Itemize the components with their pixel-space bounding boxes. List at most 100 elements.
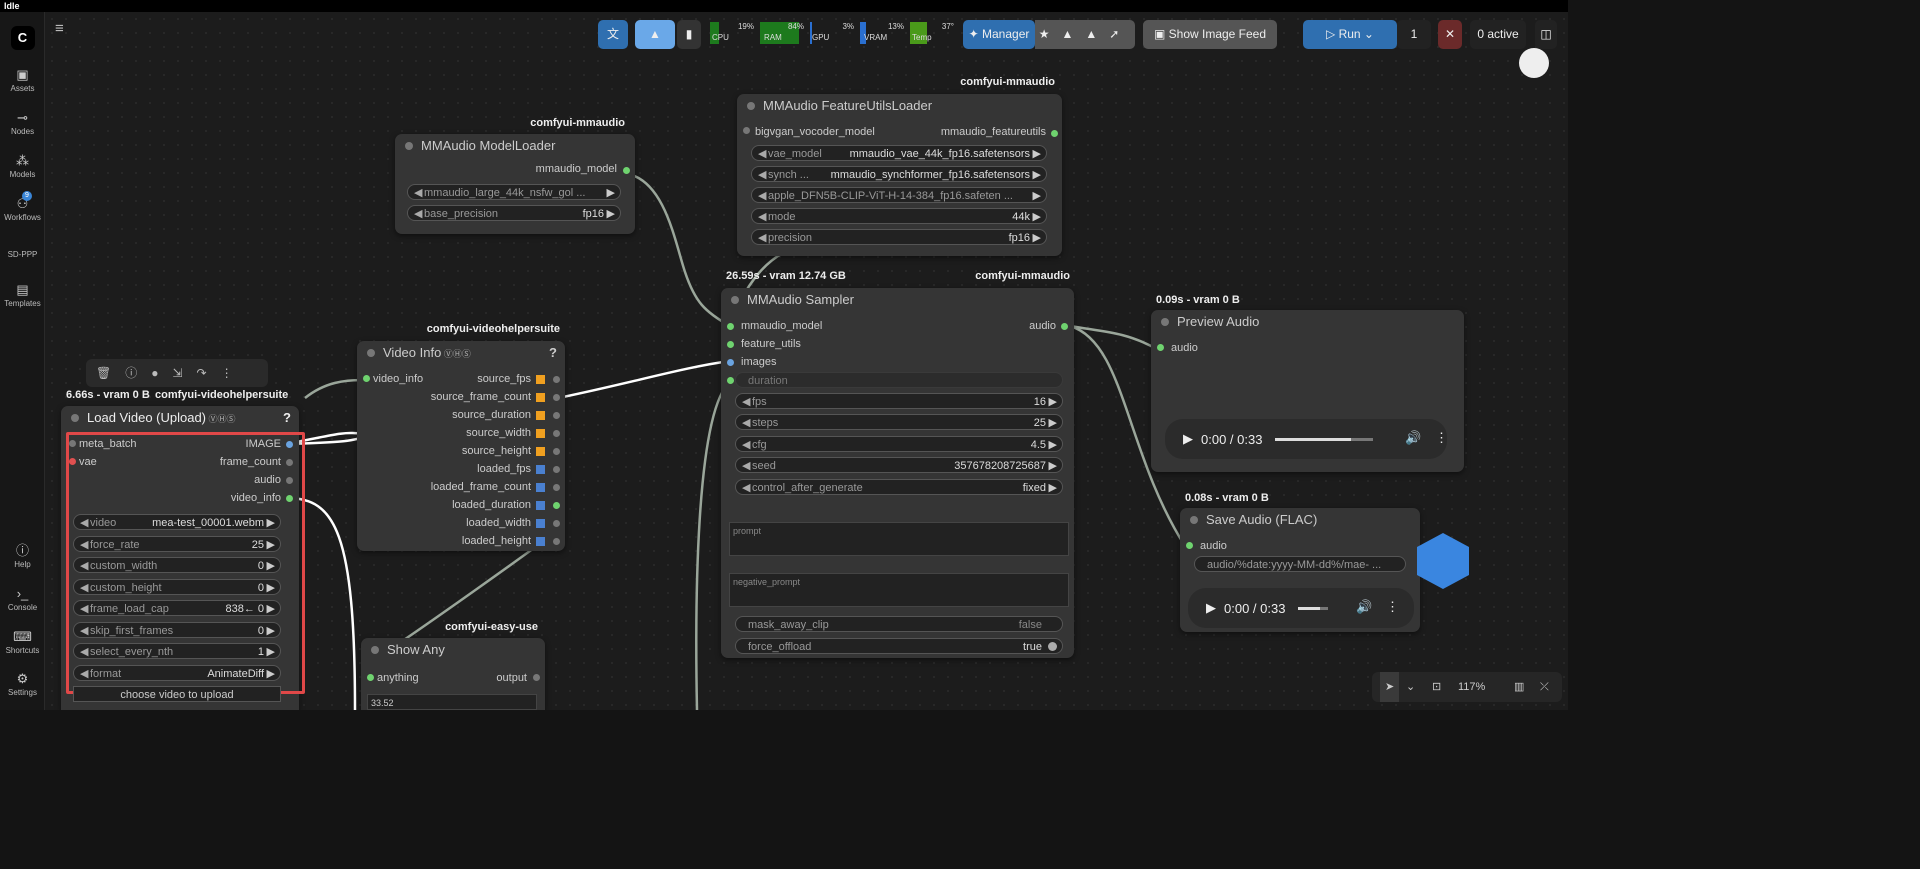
node-show-any[interactable]: Show Any anything output 33.52 — [361, 638, 545, 710]
audio-player[interactable]: ▶ 0:00 / 0:33 🔊 ⋮ — [1165, 419, 1448, 459]
filename-prefix-input[interactable]: audio/%date:yyyy-MM-dd%/mae- ... — [1194, 556, 1406, 572]
synch-model-select[interactable]: ◀ synch ... mmaudio_synchformer_fp16.safet… — [751, 166, 1047, 182]
node-selection-toolbar[interactable]: 🗑ⓘ●⇲↷⋮ — [86, 359, 268, 387]
node-save-audio[interactable]: Save Audio (FLAC) audio audio/%date:yyyy… — [1180, 508, 1420, 632]
widget-custom-width[interactable]: ◀ custom_width 0 ▶ — [73, 557, 281, 573]
input-slot[interactable] — [727, 377, 734, 384]
output-slot[interactable] — [623, 167, 630, 174]
output-slot[interactable] — [553, 376, 560, 383]
vae-model-select[interactable]: ◀ vae_model mmaudio_vae_44k_fp16.safetenso… — [751, 145, 1047, 161]
assistant-icon[interactable] — [1519, 48, 1549, 78]
queue-active[interactable]: 0 active — [1470, 20, 1526, 49]
manager-actions[interactable]: ★▲▲➚ — [1035, 20, 1135, 49]
node-mmaudio-sampler[interactable]: MMAudio Sampler mmaudio_model feature_ut… — [721, 288, 1074, 658]
widget-skip-first-frames[interactable]: ◀ skip_first_frames 0 ▶ — [73, 621, 281, 638]
input-slot[interactable] — [727, 323, 734, 330]
output-slot[interactable] — [286, 495, 293, 502]
pointer-icon[interactable]: ➤ — [1380, 672, 1400, 702]
logo-button[interactable]: ▲ — [635, 20, 675, 49]
seed-widget[interactable]: ◀ seed 357678208725687 ▶ — [735, 457, 1063, 473]
node-preview-audio[interactable]: Preview Audio audio ▶ 0:00 / 0:33 🔊 ⋮ — [1151, 310, 1464, 472]
force-offload-toggle[interactable]: force_offload true — [735, 638, 1063, 654]
output-slot[interactable] — [286, 459, 293, 466]
choose-video-upload-button[interactable]: choose video to upload — [73, 686, 281, 702]
input-slot[interactable] — [727, 341, 734, 348]
sidebar-item-sd-ppp[interactable]: SD-PPP — [0, 250, 45, 259]
widget-select-every-nth[interactable]: ◀ select_every_nth 1 ▶ — [73, 643, 281, 659]
more-icon[interactable]: ⋮ — [1386, 599, 1399, 615]
map-icon[interactable]: ▥ — [1514, 672, 1524, 702]
output-slot[interactable] — [553, 466, 560, 473]
audio-progress[interactable] — [1275, 438, 1373, 441]
input-slot[interactable] — [363, 375, 370, 382]
app-logo[interactable]: C — [0, 26, 45, 50]
input-slot[interactable] — [1186, 542, 1193, 549]
widget-custom-height[interactable]: ◀ custom_height 0 ▶ — [73, 578, 281, 595]
sidebar-item-assets[interactable]: ▣ Assets — [0, 66, 45, 93]
node-video-info[interactable]: Video Info ⓋⒽⓈ? video_info source_fps sou… — [357, 341, 565, 551]
steps-widget[interactable]: ◀ steps 25 ▶ — [735, 414, 1063, 430]
prompt-textarea[interactable]: prompt — [729, 522, 1069, 556]
more-icon[interactable]: ⋮ — [1435, 430, 1448, 446]
sidebar-item-nodes[interactable]: ⊸ Nodes — [0, 109, 45, 136]
panel-toggle-icon[interactable]: ◫ — [1535, 20, 1557, 49]
fit-view-icon[interactable]: ⊡ — [1432, 672, 1441, 702]
control-after-generate-widget[interactable]: ◀ control_after_generate fixed ▶ — [735, 479, 1063, 495]
sidebar-item-settings[interactable]: ⚙ Settings — [0, 670, 45, 697]
widget-video[interactable]: ◀ video mea-test_00001.webm ▶ — [73, 514, 281, 530]
sidebar-item-models[interactable]: ⁂ Models — [0, 152, 45, 179]
zoom-level[interactable]: 117% — [1458, 672, 1485, 702]
sidebar-item-templates[interactable]: ▤ Templates — [0, 281, 45, 308]
link-toggle-icon[interactable]: ⤫ — [1540, 672, 1549, 702]
output-slot[interactable] — [1061, 323, 1068, 330]
play-icon[interactable]: ▶ — [1183, 431, 1193, 447]
bookmark-button[interactable]: ▮ — [677, 20, 701, 49]
audio-player[interactable]: ▶ 0:00 / 0:33 🔊 ⋮ — [1188, 588, 1414, 628]
input-slot[interactable] — [1157, 344, 1164, 351]
mask-away-clip-toggle[interactable]: mask_away_clip false — [735, 616, 1063, 632]
node-mmaudio-modelloader[interactable]: MMAudio ModelLoader mmaudio_model ◀ mmaud… — [395, 134, 635, 234]
input-slot[interactable] — [69, 440, 76, 447]
volume-icon[interactable]: 🔊 — [1356, 599, 1372, 615]
widget-format[interactable]: ◀ format AnimateDiff ▶ — [73, 664, 281, 681]
play-icon[interactable]: ▶ — [1206, 600, 1216, 616]
precision-select[interactable]: ◀ precision fp16 ▶ — [751, 229, 1047, 245]
precision-select[interactable]: ◀ base_precision fp16 ▶ — [407, 205, 621, 221]
output-slot[interactable] — [553, 412, 560, 419]
sidebar-item-console[interactable]: ›_ Console — [0, 585, 45, 612]
volume-icon[interactable]: 🔊 — [1405, 430, 1421, 446]
negative-prompt-textarea[interactable]: negative_prompt — [729, 573, 1069, 607]
input-slot[interactable] — [367, 674, 374, 681]
chevron-down-icon[interactable]: ⌄ — [1406, 672, 1415, 702]
graph-canvas[interactable]: ≡ 文 ▲ ▮ CPU 19% RAM 84% GPU 3% VRAM 13% Temp… — [45, 12, 1568, 710]
output-slot[interactable] — [553, 520, 560, 527]
clip-model-select[interactable]: ◀ apple_DFN5B-CLIP-ViT-H-14-384_fp16.safe… — [751, 187, 1047, 203]
node-load-video[interactable]: Load Video (Upload) ⓋⒽⓈ? meta_batch vae … — [61, 406, 305, 710]
input-slot[interactable] — [743, 127, 750, 134]
audio-progress[interactable] — [1298, 607, 1328, 610]
widget-frame-load-cap[interactable]: ◀ frame_load_cap 838← 0 ▶ — [73, 600, 281, 616]
input-slot[interactable] — [727, 359, 734, 366]
translate-button[interactable]: 文 — [598, 20, 628, 49]
cfg-widget[interactable]: ◀ cfg 4.5 ▶ — [735, 436, 1063, 452]
run-button[interactable]: ▷ Run ⌄ — [1303, 20, 1397, 49]
sidebar-item-help[interactable]: ⓘ Help — [0, 542, 45, 569]
output-slot[interactable] — [1051, 130, 1058, 137]
output-slot[interactable] — [286, 441, 293, 448]
output-slot[interactable] — [553, 538, 560, 545]
output-slot[interactable] — [533, 674, 540, 681]
output-slot[interactable] — [553, 448, 560, 455]
widget-force-rate[interactable]: ◀ force_rate 25 ▶ — [73, 535, 281, 552]
show-image-feed-button[interactable]: ▣ Show Image Feed — [1143, 20, 1277, 49]
sidebar-item-workflows[interactable]: ⚇ Workflows 9 — [0, 191, 45, 222]
output-slot[interactable] — [553, 502, 560, 509]
sidebar-item-shortcuts[interactable]: ⌨ Shortcuts — [0, 628, 45, 655]
node-featureutils-loader[interactable]: MMAudio FeatureUtilsLoader bigvgan_vocod… — [737, 94, 1062, 256]
output-slot[interactable] — [553, 484, 560, 491]
output-slot[interactable] — [553, 430, 560, 437]
output-slot[interactable] — [286, 477, 293, 484]
manager-button[interactable]: ✦ Manager — [963, 20, 1035, 49]
output-slot[interactable] — [553, 394, 560, 401]
fps-widget[interactable]: ◀ fps 16 ▶ — [735, 393, 1063, 409]
cancel-button[interactable]: ✕ — [1438, 20, 1462, 49]
